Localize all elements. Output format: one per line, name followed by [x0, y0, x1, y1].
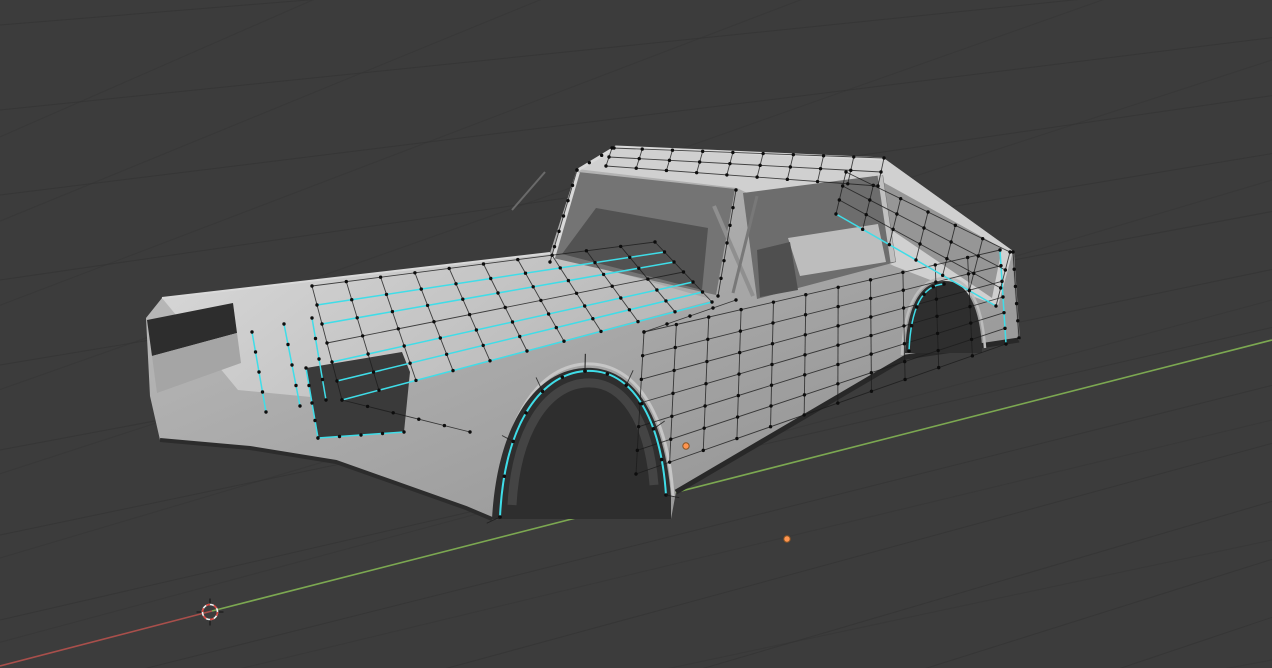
- viewport-canvas[interactable]: [0, 0, 1272, 668]
- object-origin-dot[interactable]: [783, 535, 791, 543]
- object-origin-dot[interactable]: [682, 442, 690, 450]
- blender-3d-viewport[interactable]: [0, 0, 1272, 668]
